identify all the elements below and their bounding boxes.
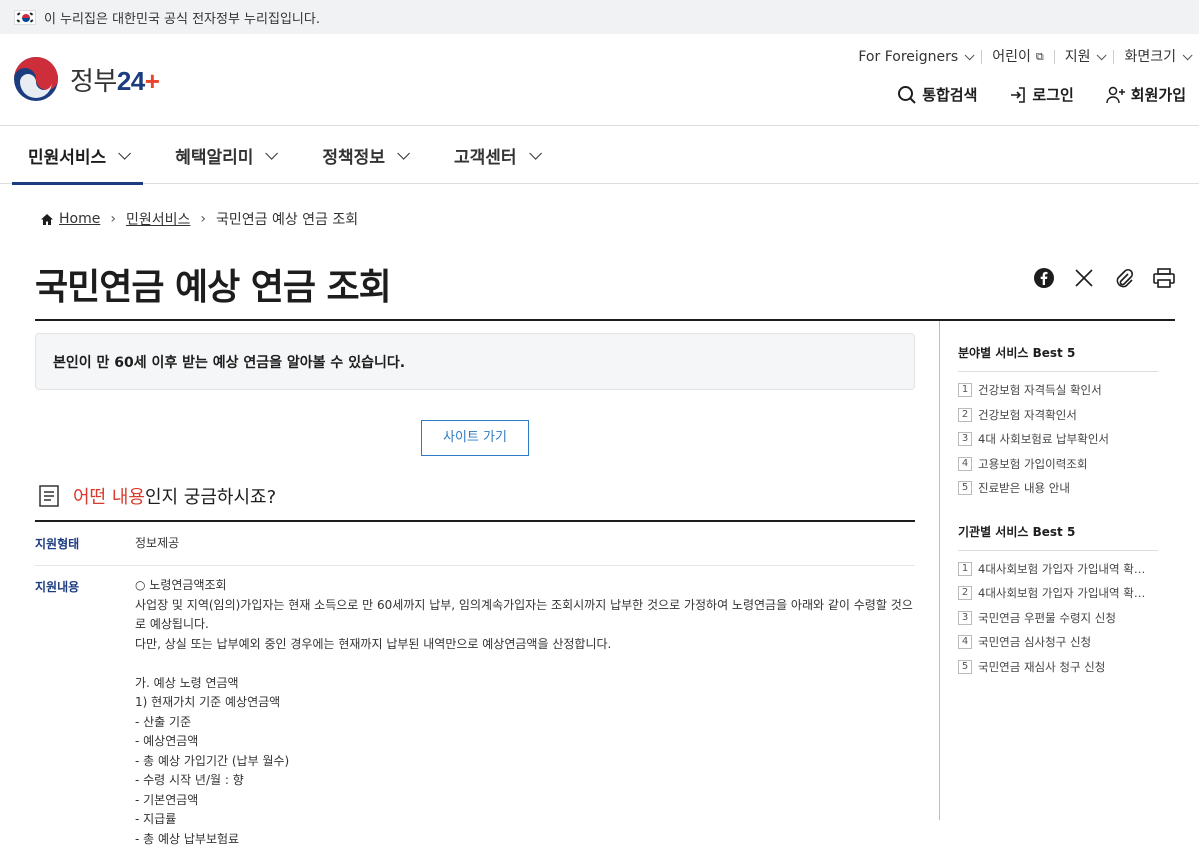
info-key: 지원내용 (35, 576, 135, 849)
agency-best5-item[interactable]: 4국민연금 심사청구 신청 (958, 630, 1158, 655)
login-icon (1009, 86, 1027, 104)
content-line: 다만, 상실 또는 납부예외 중인 경우에는 현재까지 납부된 내역만으로 예상… (135, 635, 915, 655)
nav-customer-center[interactable]: 고객센터 (438, 126, 554, 184)
agency-best5-title: 기관별 서비스 Best 5 (958, 523, 1158, 551)
info-value: ○ 노령연금액조회 사업장 및 지역(임의)가입자는 현재 소득으로 만 60세… (135, 576, 915, 849)
gov-banner: 이 누리집은 대한민국 공식 전자정부 누리집입니다. (0, 0, 1199, 34)
content-line: - 산출 기준 (135, 713, 915, 733)
chevron-down-icon (118, 147, 131, 160)
page-title: 국민연금 예상 연금 조회 (35, 258, 391, 310)
agency-best5-list: 14대사회보험 가입자 가입내역 확… 24대사회보험 가입자 가입내역 확… … (958, 557, 1158, 680)
logo-text: 정부24+ (70, 61, 159, 98)
content-line: 1) 현재가치 기준 예상연금액 (135, 693, 915, 713)
gov24-emblem-icon (12, 56, 60, 102)
sidebar: 분야별 서비스 Best 5 1건강보험 자격득실 확인서 2건강보험 자격확인… (958, 344, 1158, 679)
content-line: - 수령 시작 년/월 : 향 (135, 771, 915, 791)
question-text: 인지 궁금하시죠? (145, 487, 276, 508)
copy-link-button[interactable] (1112, 266, 1136, 290)
paperclip-icon (1114, 268, 1134, 288)
breadcrumb-separator: › (200, 211, 206, 227)
content-line: 사업장 및 지역(임의)가입자는 현재 소득으로 만 60세까지 납부, 임의계… (135, 596, 915, 635)
gov-banner-text: 이 누리집은 대한민국 공식 전자정부 누리집입니다. (44, 8, 320, 27)
print-button[interactable] (1152, 266, 1176, 290)
sidebar-divider (939, 321, 940, 820)
signup-button[interactable]: 회원가입 (1106, 84, 1186, 105)
external-link-icon: ⧉ (1036, 50, 1044, 64)
facebook-share-button[interactable] (1032, 266, 1056, 290)
info-row-support-type: 지원형태 정보제공 (35, 522, 915, 566)
main-content: 본인이 만 60세 이후 받는 예상 연금을 알아볼 수 있습니다. 사이트 가… (35, 321, 915, 849)
breadcrumb-home[interactable]: Home (40, 211, 100, 227)
agency-best5-item[interactable]: 14대사회보험 가입자 가입내역 확… (958, 557, 1158, 582)
content-line (135, 654, 915, 674)
site-header: 정부24+ For Foreigners 어린이⧉ 지원 화면크기 통합검색 로… (0, 34, 1199, 126)
field-best5-item[interactable]: 5진료받은 내용 안내 (958, 476, 1158, 501)
section-heading: 어떤 내용인지 궁금하시죠? (35, 484, 915, 508)
agency-best5-item[interactable]: 3국민연금 우편물 수령지 신청 (958, 606, 1158, 631)
header-actions: 통합검색 로그인 회원가입 (865, 84, 1186, 105)
content-line: - 총 예상 납부보험료 (135, 830, 915, 849)
utility-menu: For Foreigners 어린이⧉ 지원 화면크기 (848, 50, 1189, 64)
chevron-down-icon (397, 147, 410, 160)
field-best5-title: 분야별 서비스 Best 5 (958, 344, 1158, 372)
content-line: - 기본연금액 (135, 791, 915, 811)
info-row-support-content: 지원내용 ○ 노령연금액조회 사업장 및 지역(임의)가입자는 현재 소득으로 … (35, 566, 915, 849)
agency-best5-item[interactable]: 24대사회보험 가입자 가입내역 확… (958, 581, 1158, 606)
document-icon (39, 485, 59, 507)
field-best5-list: 1건강보험 자격득실 확인서 2건강보험 자격확인서 34대 사회보험료 납부확… (958, 378, 1158, 501)
info-value: 정보제공 (135, 534, 915, 554)
facebook-icon (1033, 267, 1055, 289)
screen-size-menu[interactable]: 화면크기 (1114, 50, 1189, 64)
for-foreigners-menu[interactable]: For Foreigners (848, 50, 982, 64)
go-to-site-button[interactable]: 사이트 가기 (421, 420, 529, 456)
field-best5-item[interactable]: 1건강보험 자격득실 확인서 (958, 378, 1158, 403)
field-best5-item[interactable]: 34대 사회보험료 납부확인서 (958, 427, 1158, 452)
korea-flag-icon (14, 10, 36, 25)
content-line: 가. 예상 노령 연금액 (135, 674, 915, 694)
main-nav: 민원서비스 혜택알리미 정책정보 고객센터 (0, 126, 1199, 184)
support-menu[interactable]: 지원 (1055, 50, 1115, 64)
breadcrumb-civil-service[interactable]: 민원서비스 (126, 209, 190, 229)
nav-benefit-alert[interactable]: 혜택알리미 (159, 126, 290, 184)
x-logo-icon (1074, 268, 1094, 288)
agency-best5-item[interactable]: 5국민연금 재심사 청구 신청 (958, 655, 1158, 680)
chevron-down-icon (965, 50, 975, 60)
share-tools (1016, 266, 1176, 290)
content-line: ○ 노령연금액조회 (135, 576, 915, 596)
info-key: 지원형태 (35, 535, 135, 552)
content-line: - 예상연금액 (135, 732, 915, 752)
content-line: - 총 예상 가입기간 (납부 월수) (135, 752, 915, 772)
printer-icon (1153, 268, 1175, 288)
service-summary: 본인이 만 60세 이후 받는 예상 연금을 알아볼 수 있습니다. (35, 333, 915, 390)
site-logo[interactable]: 정부24+ (12, 56, 159, 102)
chevron-down-icon (1183, 50, 1193, 60)
kids-link[interactable]: 어린이⧉ (982, 50, 1055, 64)
field-best5-item[interactable]: 4고용보험 가입이력조회 (958, 452, 1158, 477)
add-user-icon (1106, 86, 1126, 104)
nav-policy-info[interactable]: 정책정보 (306, 126, 422, 184)
field-best5-item[interactable]: 2건강보험 자격확인서 (958, 403, 1158, 428)
breadcrumb-separator: › (110, 211, 116, 227)
search-icon (897, 85, 917, 105)
x-share-button[interactable] (1072, 266, 1096, 290)
login-button[interactable]: 로그인 (1009, 84, 1073, 105)
chevron-down-icon (529, 147, 542, 160)
home-icon (40, 213, 54, 226)
search-button[interactable]: 통합검색 (897, 84, 977, 105)
chevron-down-icon (266, 147, 279, 160)
question-highlight: 어떤 내용 (73, 487, 145, 508)
breadcrumb-current: 국민연금 예상 연금 조회 (216, 209, 358, 229)
breadcrumb: Home › 민원서비스 › 국민연금 예상 연금 조회 (40, 209, 358, 229)
nav-civil-service[interactable]: 민원서비스 (12, 126, 143, 184)
chevron-down-icon (1097, 50, 1107, 60)
